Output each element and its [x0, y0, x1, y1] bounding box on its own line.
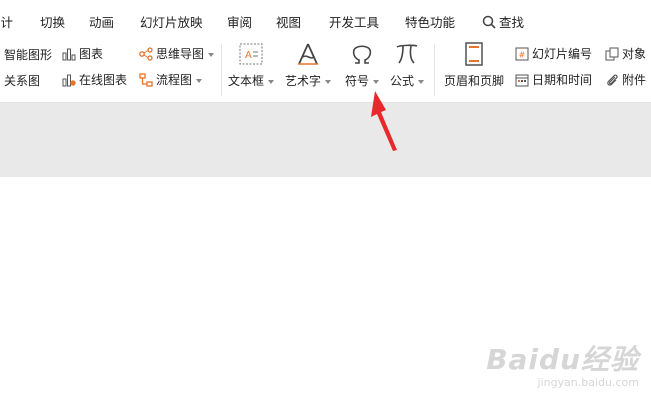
- chart-label: 图表: [79, 47, 104, 61]
- smart-art-label: 智能图形: [4, 48, 53, 62]
- mindmap-icon: [139, 46, 153, 61]
- menu-view[interactable]: 视图: [276, 12, 301, 31]
- textbox-label: 文本框: [228, 74, 265, 88]
- bar-chart-icon: [62, 48, 76, 60]
- mindmap-button[interactable]: 思维导图: [139, 45, 215, 62]
- ribbon-toolbar: 智能图形 图表 关系图 在线图表 思维导图 流程图 A 文本框 艺术字 符号 公…: [0, 38, 651, 103]
- flowchart-button[interactable]: 流程图: [139, 71, 203, 88]
- attachment-label: 附件: [622, 73, 647, 87]
- search-icon: [482, 15, 496, 29]
- paperclip-icon: [607, 73, 618, 86]
- wordart-icon: [298, 43, 318, 65]
- online-chart-icon: [62, 74, 76, 86]
- textbox-button[interactable]: A 文本框: [228, 42, 275, 89]
- watermark: Baidu经验 jingyan.baidu.com: [486, 338, 639, 389]
- menu-review[interactable]: 审阅: [227, 12, 252, 31]
- chart-button[interactable]: 图表: [62, 45, 103, 62]
- menu-slideshow[interactable]: 幻灯片放映: [140, 12, 203, 31]
- formula-button[interactable]: 公式: [390, 42, 425, 89]
- search-button[interactable]: 查找: [482, 12, 524, 31]
- online-chart-label: 在线图表: [79, 73, 128, 87]
- search-label: 查找: [499, 15, 525, 30]
- annotation-arrow: [371, 91, 397, 151]
- slide-number-label: 幻灯片编号: [532, 47, 593, 61]
- chevron-down-icon: [196, 78, 203, 83]
- datetime-label: 日期和时间: [532, 73, 593, 87]
- chevron-down-icon: [325, 79, 332, 84]
- slide-number-button[interactable]: # 幻灯片编号: [515, 45, 592, 62]
- menu-transition[interactable]: 切换: [40, 12, 65, 31]
- chevron-down-icon: [373, 79, 380, 84]
- slide-workspace-background: [0, 103, 651, 177]
- formula-label: 公式: [390, 74, 415, 88]
- svg-text:A: A: [245, 50, 252, 61]
- ribbon-divider: [221, 44, 222, 96]
- relation-button[interactable]: 关系图: [4, 72, 40, 89]
- header-footer-icon: [465, 42, 483, 66]
- menu-design[interactable]: 设计: [0, 12, 13, 31]
- header-footer-label: 页眉和页脚: [444, 74, 505, 88]
- ribbon-divider: [434, 44, 435, 96]
- relation-label: 关系图: [4, 74, 41, 88]
- symbol-button[interactable]: 符号: [345, 42, 380, 89]
- wordart-button[interactable]: 艺术字: [285, 42, 332, 89]
- menu-features[interactable]: 特色功能: [405, 12, 455, 31]
- datetime-button[interactable]: 日期和时间: [515, 71, 592, 88]
- mindmap-label: 思维导图: [156, 47, 205, 61]
- pi-icon: [396, 44, 418, 64]
- omega-icon: [352, 45, 372, 64]
- menu-bar: 设计 切换 动画 幻灯片放映 审阅 视图 开发工具 特色功能 查找: [0, 0, 651, 38]
- object-icon: [605, 47, 619, 60]
- calendar-icon: [515, 74, 529, 86]
- wordart-label: 艺术字: [285, 74, 322, 88]
- smart-art-button[interactable]: 智能图形: [4, 46, 52, 63]
- svg-text:#: #: [519, 50, 526, 59]
- slide-number-icon: #: [515, 47, 529, 60]
- textbox-icon: A: [239, 43, 263, 65]
- flowchart-label: 流程图: [156, 73, 193, 87]
- object-button[interactable]: 对象: [605, 45, 646, 62]
- online-chart-button[interactable]: 在线图表: [62, 71, 127, 88]
- symbol-label: 符号: [345, 74, 370, 88]
- menu-animation[interactable]: 动画: [89, 12, 114, 31]
- menu-developer[interactable]: 开发工具: [329, 12, 379, 31]
- chevron-down-icon: [208, 52, 215, 57]
- chevron-down-icon: [418, 79, 425, 84]
- attachment-button[interactable]: 附件: [605, 71, 646, 88]
- header-footer-button[interactable]: 页眉和页脚: [444, 42, 504, 89]
- chevron-down-icon: [268, 79, 275, 84]
- object-label: 对象: [622, 47, 647, 61]
- watermark-brand: Baidu经验: [486, 343, 639, 376]
- flowchart-icon: [139, 72, 153, 87]
